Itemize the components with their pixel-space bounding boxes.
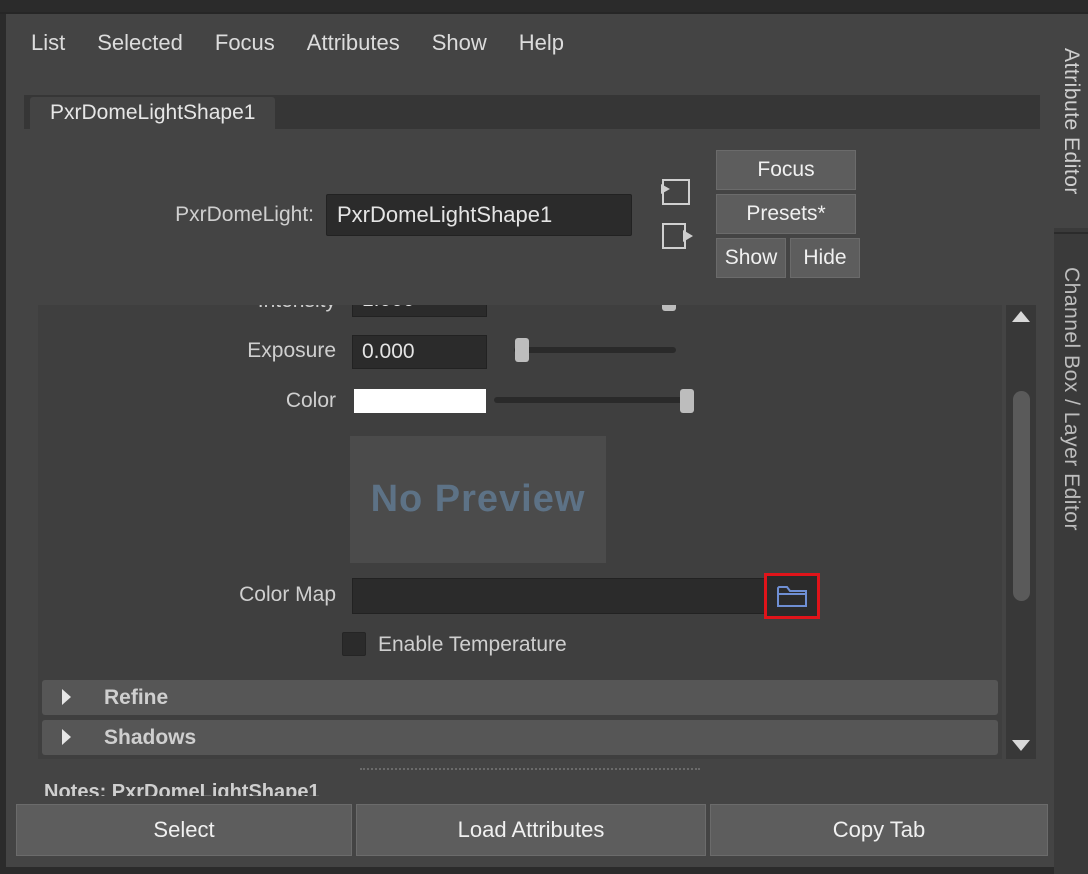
node-type-label: PxrDomeLight: (175, 203, 314, 226)
intensity-field[interactable]: 1.000 (352, 305, 487, 317)
input-connections-button[interactable] (656, 176, 696, 210)
enable-temperature-checkbox[interactable] (342, 632, 366, 656)
menu-focus[interactable]: Focus (199, 30, 291, 56)
node-name-field[interactable]: PxrDomeLightShape1 (326, 194, 632, 236)
menu-help[interactable]: Help (503, 30, 580, 56)
attributes-scrollbar[interactable] (1006, 305, 1036, 759)
tab-pxrdomelightshape1[interactable]: PxrDomeLightShape1 (30, 97, 276, 129)
menu-show[interactable]: Show (416, 30, 503, 56)
menu-selected[interactable]: Selected (81, 30, 199, 56)
copy-tab-button[interactable]: Copy Tab (710, 804, 1048, 856)
menu-attributes[interactable]: Attributes (291, 30, 416, 56)
color-swatch[interactable] (354, 389, 486, 413)
section-refine[interactable]: Refine (42, 680, 998, 715)
color-map-label: Color Map (239, 583, 336, 606)
texture-preview: No Preview (350, 436, 606, 563)
enable-temperature-label[interactable]: Enable Temperature (378, 633, 567, 657)
exposure-label: Exposure (247, 339, 336, 362)
menu-list[interactable]: List (6, 30, 81, 56)
side-tab-attribute-editor[interactable]: Attribute Editor (1054, 14, 1088, 228)
color-slider-handle[interactable] (680, 389, 694, 413)
section-refine-label: Refine (104, 685, 169, 709)
hide-button[interactable]: Hide (790, 238, 860, 278)
select-button[interactable]: Select (16, 804, 352, 856)
side-tab-channel-box[interactable]: Channel Box / Layer Editor (1054, 232, 1088, 564)
attributes-scroll-area[interactable]: Intensity 1.000 Exposure 0.000 Color No … (38, 305, 1002, 759)
folder-icon (777, 586, 807, 607)
scroll-down-arrow-icon[interactable] (1012, 740, 1030, 751)
window-top-edge (0, 0, 1088, 14)
input-connection-icon (661, 179, 690, 205)
scroll-thumb[interactable] (1013, 391, 1030, 601)
section-shadows[interactable]: Shadows (42, 720, 998, 755)
expand-arrow-icon (62, 689, 71, 705)
expand-arrow-icon (62, 729, 71, 745)
node-tab-bar: PxrDomeLightShape1 (24, 95, 1040, 129)
intensity-label: Intensity (258, 305, 336, 313)
show-button[interactable]: Show (716, 238, 786, 278)
presets-button[interactable]: Presets* (716, 194, 856, 234)
color-label: Color (285, 389, 336, 412)
menu-bar: List Selected Focus Attributes Show Help (6, 22, 580, 64)
output-connection-icon (662, 223, 693, 249)
intensity-slider-handle[interactable] (662, 305, 676, 311)
load-attributes-button[interactable]: Load Attributes (356, 804, 706, 856)
exposure-field[interactable]: 0.000 (352, 335, 487, 369)
exposure-slider-handle[interactable] (515, 338, 529, 362)
color-map-browse-button[interactable] (764, 573, 820, 619)
focus-button[interactable]: Focus (716, 150, 856, 190)
exposure-slider-track[interactable] (514, 347, 676, 353)
section-shadows-label: Shadows (104, 725, 197, 749)
color-map-field[interactable] (352, 578, 766, 614)
output-connections-button[interactable] (656, 218, 696, 252)
notes-heading: Notes: PxrDomeLightShape1 (44, 781, 320, 796)
scroll-up-arrow-icon[interactable] (1012, 311, 1030, 322)
notes-resize-handle[interactable] (360, 768, 700, 770)
color-slider-track[interactable] (494, 397, 690, 403)
